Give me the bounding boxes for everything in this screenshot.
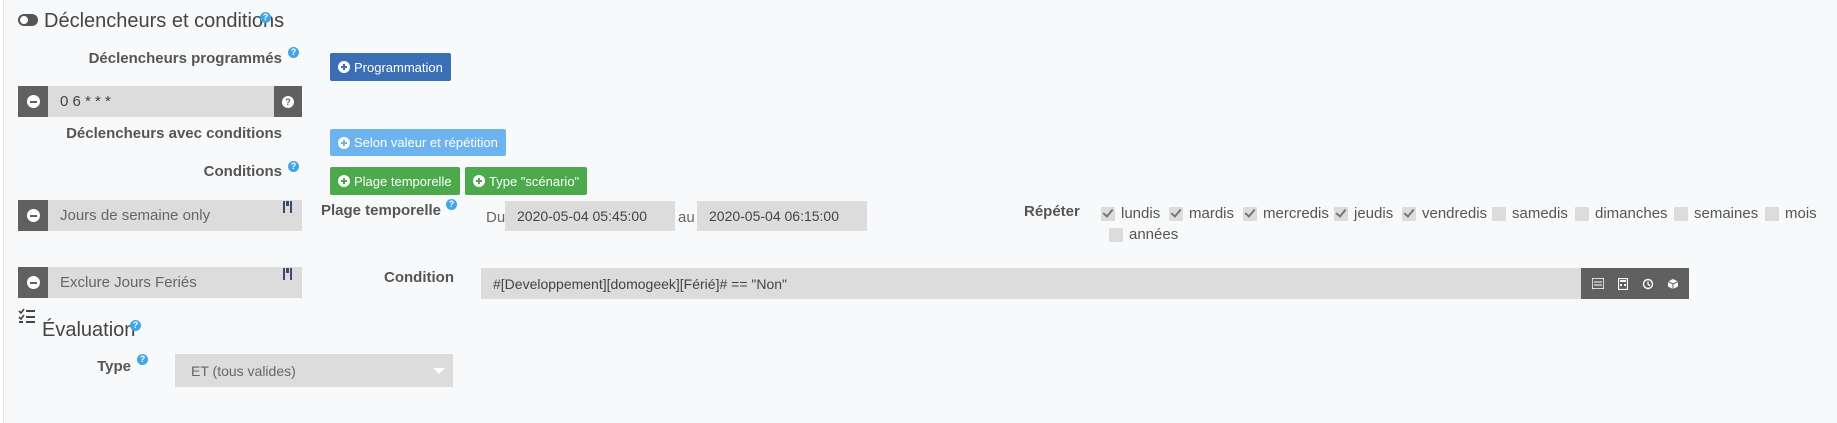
checkbox-box[interactable] <box>1402 206 1416 221</box>
list-icon[interactable] <box>1590 276 1606 292</box>
checkbox-dimanches[interactable]: dimanches <box>1575 205 1668 222</box>
checkbox-mardis[interactable]: mardis <box>1169 205 1234 222</box>
evaluation-type-select[interactable]: ET (tous valides) <box>175 354 453 387</box>
checkbox-lundis[interactable]: lundis <box>1101 205 1160 222</box>
from-label: Du <box>486 209 506 226</box>
help-icon[interactable]: ? <box>446 199 457 210</box>
repeat-label: Répéter <box>1024 203 1080 220</box>
help-icon[interactable]: ? <box>137 354 148 365</box>
checkbox-vendredis[interactable]: vendredis <box>1402 205 1487 222</box>
checkbox-semaines[interactable]: semaines <box>1674 205 1758 222</box>
add-scenario-type-button[interactable]: Type "scénario" <box>465 167 588 195</box>
scheduled-triggers-label: Déclencheurs programmés <box>88 50 282 67</box>
checkbox-box[interactable] <box>1101 206 1115 221</box>
triggers-panel: Déclencheurs et conditions ? Déclencheur… <box>3 0 1837 423</box>
programmation-button[interactable]: Programmation <box>330 53 451 81</box>
conditional-triggers-label: Déclencheurs avec conditions <box>66 125 282 142</box>
section-title-triggers: Déclencheurs et conditions <box>44 10 285 32</box>
plus-circle-icon <box>473 175 485 187</box>
help-icon[interactable]: ? <box>130 320 141 331</box>
help-icon[interactable]: ? <box>288 161 299 172</box>
tasks-icon <box>18 308 36 324</box>
checkbox-mois[interactable]: mois <box>1765 205 1817 222</box>
plus-circle-icon <box>338 61 350 73</box>
type-label: Type <box>97 358 131 375</box>
checkbox-mercredis[interactable]: mercredis <box>1243 205 1329 222</box>
calculator-icon[interactable] <box>1615 276 1631 292</box>
from-datetime-input[interactable]: 2020-05-04 05:45:00 <box>505 201 675 231</box>
value-repeat-button[interactable]: Selon valeur et répétition <box>330 129 506 156</box>
add-time-range-button[interactable]: Plage temporelle <box>330 167 460 195</box>
condition-label: Condition <box>384 269 454 286</box>
cube-icon[interactable] <box>1665 276 1681 292</box>
checkbox-box[interactable] <box>1243 206 1257 221</box>
checkbox-box[interactable] <box>1765 206 1779 221</box>
chevron-down-icon <box>433 368 445 374</box>
plus-circle-icon <box>338 136 350 149</box>
remove-schedule-button[interactable] <box>18 86 48 117</box>
section-title-evaluation: Évaluation <box>42 319 136 341</box>
conditions-label: Conditions <box>203 163 282 180</box>
to-datetime-input[interactable]: 2020-05-04 06:15:00 <box>697 201 867 231</box>
plus-circle-icon <box>338 175 350 187</box>
checkbox-box[interactable] <box>1674 206 1688 221</box>
minus-circle-icon <box>26 95 40 108</box>
cron-input[interactable]: 0 6 * * * <box>48 86 274 117</box>
checkbox-box[interactable] <box>1575 206 1589 221</box>
toggle-icon[interactable] <box>18 14 38 26</box>
cron-help-button[interactable]: ? <box>274 86 302 117</box>
checkbox-box[interactable] <box>1492 206 1506 221</box>
checkbox-annees[interactable]: années <box>1109 226 1178 243</box>
time-range-label: Plage temporelle <box>320 202 441 219</box>
question-circle-icon: ? <box>282 95 294 108</box>
condition-tools <box>1581 268 1689 299</box>
checkbox-box[interactable] <box>1169 206 1183 221</box>
checkbox-jeudis[interactable]: jeudis <box>1334 205 1393 222</box>
checkbox-samedis[interactable]: samedis <box>1492 205 1568 222</box>
help-icon[interactable]: ? <box>260 12 271 23</box>
condition-expression-input[interactable]: #[Developpement][domogeek][Férié]# == "N… <box>481 268 1581 299</box>
checkbox-box[interactable] <box>1334 206 1348 221</box>
checkbox-box[interactable] <box>1109 227 1123 242</box>
help-icon[interactable]: ? <box>288 47 299 58</box>
to-label: au <box>678 209 695 226</box>
history-icon[interactable] <box>1640 276 1656 292</box>
